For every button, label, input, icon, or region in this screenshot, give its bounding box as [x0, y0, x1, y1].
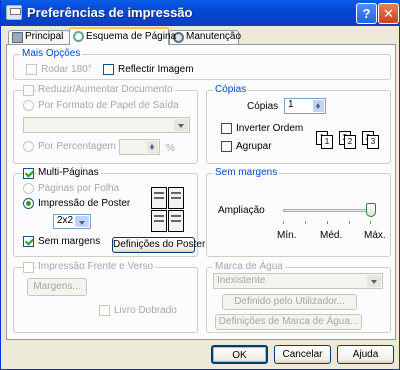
sem-margens-checkbox[interactable]	[23, 236, 34, 247]
printer-icon	[12, 32, 23, 43]
ampliacao-slider[interactable]	[283, 203, 376, 229]
sem-margens-title: Sem margens	[213, 167, 280, 178]
definicoes-marca-agua-button[interactable]: Definições de Marca de Água...	[215, 314, 362, 330]
window-title: Preferências de impressão	[27, 5, 193, 20]
min-label: Mín.	[277, 230, 297, 241]
max-label: Máx.	[364, 230, 386, 241]
percent-sign: %	[166, 143, 175, 154]
copias-title: Cópias	[213, 84, 249, 95]
multi-paginas-label: Multi-Páginas	[36, 167, 101, 178]
tab-principal-label: Principal	[25, 31, 64, 42]
rodar-checkbox[interactable]	[26, 64, 37, 75]
sem-margens-group: Sem margens Ampliação Mín. Méd. Máx.	[206, 167, 391, 257]
percentagem-spinner[interactable]	[119, 139, 160, 155]
ajuda-button[interactable]: Ajuda	[337, 345, 394, 364]
tab-panel: Mais Opções Rodar 180° Reflectir Imagem …	[6, 44, 396, 340]
poster-size-select[interactable]: 2x2	[53, 214, 91, 229]
copias-spinner[interactable]: 1	[284, 98, 326, 114]
printer-window-icon	[6, 5, 22, 20]
reduzir-label: Reduzir/Aumentar Documento	[36, 84, 175, 95]
mais-opcoes-title: Mais Opções	[20, 48, 83, 59]
paginas-por-folha-radio[interactable]	[23, 183, 34, 194]
layout-icon	[73, 31, 84, 42]
frente-verso-group: Impressão Frente e Verso Margens... Livr…	[13, 261, 198, 333]
chevron-down-icon[interactable]	[367, 275, 381, 287]
close-button[interactable]: ✕	[378, 3, 399, 24]
slider-tick	[283, 221, 284, 224]
poster-size-value: 2x2	[57, 215, 74, 226]
paginas-por-folha-label: Páginas por Folha	[38, 183, 120, 194]
tab-esquema-label: Esquema de Página	[86, 31, 177, 42]
marca-agua-title: Marca de Água	[213, 261, 285, 272]
marca-agua-group: Marca de Água Inexistente Definido pelo …	[206, 261, 391, 333]
livro-dobrado-checkbox[interactable]	[99, 305, 110, 316]
tab-esquema-de-pagina[interactable]: Esquema de Página	[69, 27, 176, 45]
poster-preview-icon	[151, 187, 185, 233]
marca-agua-value: Inexistente	[217, 275, 266, 286]
chevron-down-icon[interactable]	[75, 216, 89, 227]
marca-agua-select[interactable]: Inexistente	[213, 273, 383, 289]
frente-verso-checkbox[interactable]	[23, 262, 34, 273]
mais-opcoes-group: Mais Opções Rodar 180° Reflectir Imagem	[13, 48, 391, 80]
ampliacao-label: Ampliação	[218, 205, 265, 216]
reflectir-checkbox[interactable]	[103, 64, 114, 75]
med-label: Méd.	[320, 230, 343, 241]
por-formato-radio[interactable]	[23, 100, 34, 111]
inverter-ordem-checkbox[interactable]	[221, 123, 232, 134]
slider-tick	[305, 221, 306, 224]
multi-paginas-group: Multi-Páginas Páginas por Folha Impressã…	[13, 167, 205, 257]
copias-group: Cópias Cópias 1 Inverter Ordem Agrupar 1…	[206, 84, 391, 164]
title-bar[interactable]: Preferências de impressão ? ✕	[1, 0, 400, 26]
por-percentagem-radio[interactable]	[23, 141, 34, 152]
slider-tick	[327, 221, 328, 224]
rodar-label: Rodar 180°	[41, 64, 92, 75]
spinner-arrows-icon[interactable]	[147, 141, 158, 153]
copias-label: Cópias	[247, 101, 279, 112]
multi-paginas-checkbox[interactable]	[23, 168, 34, 179]
slider-track	[283, 209, 371, 212]
agrupar-label: Agrupar	[236, 141, 272, 152]
definido-utilizador-button[interactable]: Definido pelo Utilizador...	[222, 294, 357, 310]
livro-dobrado-label: Livro Dobrado	[114, 305, 177, 316]
reduzir-checkbox[interactable]	[23, 85, 34, 96]
cancelar-button[interactable]: Cancelar	[274, 345, 331, 364]
sem-margens-label: Sem margens	[38, 236, 101, 247]
collate-pages-icon: 11 22 33	[316, 129, 386, 151]
impressao-poster-label: Impressão de Poster	[38, 198, 131, 209]
impressao-poster-radio[interactable]	[23, 198, 34, 209]
slider-tick	[370, 221, 371, 224]
por-formato-label: Por Formato de Papel de Saída	[38, 100, 179, 111]
definicoes-poster-button[interactable]: Definições do Poster	[112, 237, 205, 253]
inverter-ordem-label: Inverter Ordem	[236, 123, 304, 134]
spinner-arrows-icon[interactable]	[313, 100, 324, 112]
slider-tick	[349, 221, 350, 224]
agrupar-checkbox[interactable]	[221, 141, 232, 152]
margens-button[interactable]: Margens...	[27, 278, 87, 296]
slider-thumb[interactable]	[366, 203, 376, 217]
ok-button[interactable]: OK	[211, 345, 268, 364]
tab-manutencao[interactable]: Manutenção	[169, 30, 242, 44]
formato-papel-select[interactable]	[23, 117, 190, 133]
tab-manutencao-label: Manutenção	[186, 31, 242, 42]
reduzir-group: Reduzir/Aumentar Documento Por Formato d…	[13, 84, 198, 164]
frente-verso-label: Impressão Frente e Verso	[36, 261, 156, 272]
tab-principal[interactable]: Principal	[8, 30, 70, 44]
chevron-down-icon[interactable]	[174, 119, 188, 131]
help-button[interactable]: ?	[356, 3, 377, 24]
copias-value: 1	[288, 99, 294, 110]
por-percentagem-label: Por Percentagem	[38, 141, 116, 152]
dialog-window: Preferências de impressão ? ✕ Principal …	[0, 0, 400, 370]
reflectir-label: Reflectir Imagem	[118, 64, 194, 75]
